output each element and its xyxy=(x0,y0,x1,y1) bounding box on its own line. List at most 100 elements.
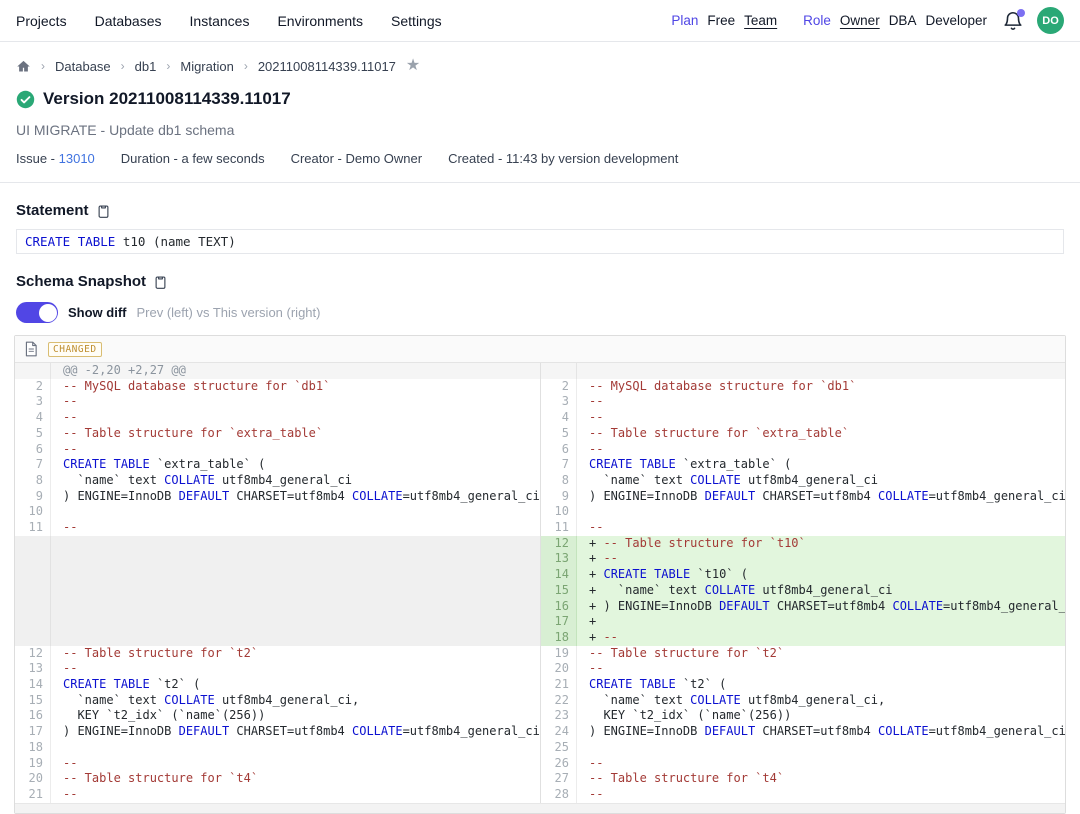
notification-bell-icon[interactable] xyxy=(1002,10,1024,32)
line-number: 24 xyxy=(541,724,577,740)
line-number: 10 xyxy=(541,504,577,520)
diff-row: 13+ -- xyxy=(15,551,1065,567)
diff-right-cell: 10 xyxy=(540,504,1065,520)
line-number: 17 xyxy=(541,614,577,630)
diff-row: 16+ ) ENGINE=InnoDB DEFAULT CHARSET=utf8… xyxy=(15,599,1065,615)
breadcrumb-migration[interactable]: Migration xyxy=(180,59,233,74)
diff-row: 7CREATE TABLE `extra_table` (7CREATE TAB… xyxy=(15,457,1065,473)
code-line: -- xyxy=(577,787,1065,803)
line-number: 9 xyxy=(541,489,577,505)
diff-right-cell: 14+ CREATE TABLE `t10` ( xyxy=(540,567,1065,583)
diff-right-cell: 9) ENGINE=InnoDB DEFAULT CHARSET=utf8mb4… xyxy=(540,489,1065,505)
meta-issue: Issue - 13010 xyxy=(16,151,95,166)
code-line: ) ENGINE=InnoDB DEFAULT CHARSET=utf8mb4 … xyxy=(51,724,540,740)
nav-item-projects[interactable]: Projects xyxy=(16,13,67,29)
version-meta: Issue - 13010 Duration - a few seconds C… xyxy=(0,151,1080,166)
diff-row: 5-- Table structure for `extra_table`5--… xyxy=(15,426,1065,442)
line-number: 11 xyxy=(541,520,577,536)
show-diff-toggle[interactable] xyxy=(16,302,58,323)
diff-row: 14+ CREATE TABLE `t10` ( xyxy=(15,567,1065,583)
line-number: 7 xyxy=(541,457,577,473)
diff-row: 12-- Table structure for `t2`19-- Table … xyxy=(15,646,1065,662)
diff-row: 18 25 xyxy=(15,740,1065,756)
diff-left-cell: 10 xyxy=(15,504,540,520)
line-number: 18 xyxy=(15,740,51,756)
line-number: 28 xyxy=(541,787,577,803)
diff-row: 13--20-- xyxy=(15,661,1065,677)
home-icon[interactable] xyxy=(16,59,31,74)
code-line: -- xyxy=(577,520,1065,536)
line-number xyxy=(15,536,51,552)
statement-sql: CREATE TABLE t10 (name TEXT) xyxy=(16,229,1064,254)
breadcrumb-chevron-icon: › xyxy=(166,59,170,73)
breadcrumb-db1[interactable]: db1 xyxy=(135,59,157,74)
copy-statement-icon[interactable] xyxy=(96,203,111,219)
code-line xyxy=(51,614,540,630)
nav-item-settings[interactable]: Settings xyxy=(391,13,442,29)
code-line: CREATE TABLE `extra_table` ( xyxy=(51,457,540,473)
diff-right-cell: 11-- xyxy=(540,520,1065,536)
nav-item-instances[interactable]: Instances xyxy=(190,13,250,29)
plan-value: Free xyxy=(707,13,735,28)
code-line: KEY `t2_idx` (`name`(256)) xyxy=(577,708,1065,724)
nav-item-environments[interactable]: Environments xyxy=(277,13,363,29)
diff-right-cell: 23 KEY `t2_idx` (`name`(256)) xyxy=(540,708,1065,724)
code-line xyxy=(51,551,540,567)
diff-right-cell: 18+ -- xyxy=(540,630,1065,646)
line-number: 25 xyxy=(541,740,577,756)
line-number xyxy=(15,583,51,599)
avatar[interactable]: DO xyxy=(1037,7,1064,34)
line-number: 13 xyxy=(541,551,577,567)
diff-right-cell: 21CREATE TABLE `t2` ( xyxy=(540,677,1065,693)
meta-creator: Creator - Demo Owner xyxy=(291,151,422,166)
line-number: 21 xyxy=(15,787,51,803)
diff-right-cell: 5-- Table structure for `extra_table` xyxy=(540,426,1065,442)
diff-left-cell: 2-- MySQL database structure for `db1` xyxy=(15,379,540,395)
line-number: 26 xyxy=(541,756,577,772)
nav-item-databases[interactable]: Databases xyxy=(95,13,162,29)
meta-duration: Duration - a few seconds xyxy=(121,151,265,166)
code-line: CREATE TABLE `t2` ( xyxy=(577,677,1065,693)
diff-right-cell: 2-- MySQL database structure for `db1` xyxy=(540,379,1065,395)
code-line: -- MySQL database structure for `db1` xyxy=(577,379,1065,395)
file-icon xyxy=(24,341,38,357)
code-line: ) ENGINE=InnoDB DEFAULT CHARSET=utf8mb4 … xyxy=(577,489,1065,505)
line-number: 12 xyxy=(15,646,51,662)
diff-left-cell: 12-- Table structure for `t2` xyxy=(15,646,540,662)
code-line: -- MySQL database structure for `db1` xyxy=(51,379,540,395)
diff-right-cell: 27-- Table structure for `t4` xyxy=(540,771,1065,787)
diff-row: 14CREATE TABLE `t2` (21CREATE TABLE `t2`… xyxy=(15,677,1065,693)
line-number: 10 xyxy=(15,504,51,520)
diff-left-cell xyxy=(15,614,540,630)
code-line xyxy=(51,536,540,552)
role-owner-link[interactable]: Owner xyxy=(840,13,880,28)
statement-heading: Statement xyxy=(16,202,89,219)
favorite-star-icon[interactable]: ★ xyxy=(406,58,420,74)
code-line: -- xyxy=(577,410,1065,426)
line-number: 13 xyxy=(15,661,51,677)
code-line: -- xyxy=(577,394,1065,410)
code-line xyxy=(51,630,540,646)
diff-left-cell: 21-- xyxy=(15,787,540,803)
diff-left-cell: 6-- xyxy=(15,442,540,458)
line-number: 19 xyxy=(541,646,577,662)
diff-hscrollbar[interactable] xyxy=(15,803,1065,813)
code-line: -- xyxy=(51,394,540,410)
code-line: -- xyxy=(51,756,540,772)
code-line: -- Table structure for `extra_table` xyxy=(51,426,540,442)
section-divider xyxy=(0,182,1080,183)
plan-team-link[interactable]: Team xyxy=(744,13,777,28)
diff-left-cell: 14CREATE TABLE `t2` ( xyxy=(15,677,540,693)
copy-snapshot-icon[interactable] xyxy=(153,274,168,290)
diff-row: 17) ENGINE=InnoDB DEFAULT CHARSET=utf8mb… xyxy=(15,724,1065,740)
issue-link[interactable]: 13010 xyxy=(59,151,95,166)
code-line: + `name` text COLLATE utf8mb4_general_ci xyxy=(577,583,1065,599)
line-number xyxy=(541,363,577,379)
line-number xyxy=(15,630,51,646)
diff-right-cell: 3-- xyxy=(540,394,1065,410)
breadcrumb-chevron-icon: › xyxy=(121,59,125,73)
diff-row: 2-- MySQL database structure for `db1`2-… xyxy=(15,379,1065,395)
diff-left-cell: 7CREATE TABLE `extra_table` ( xyxy=(15,457,540,473)
code-line: -- xyxy=(51,520,540,536)
breadcrumb-database[interactable]: Database xyxy=(55,59,111,74)
